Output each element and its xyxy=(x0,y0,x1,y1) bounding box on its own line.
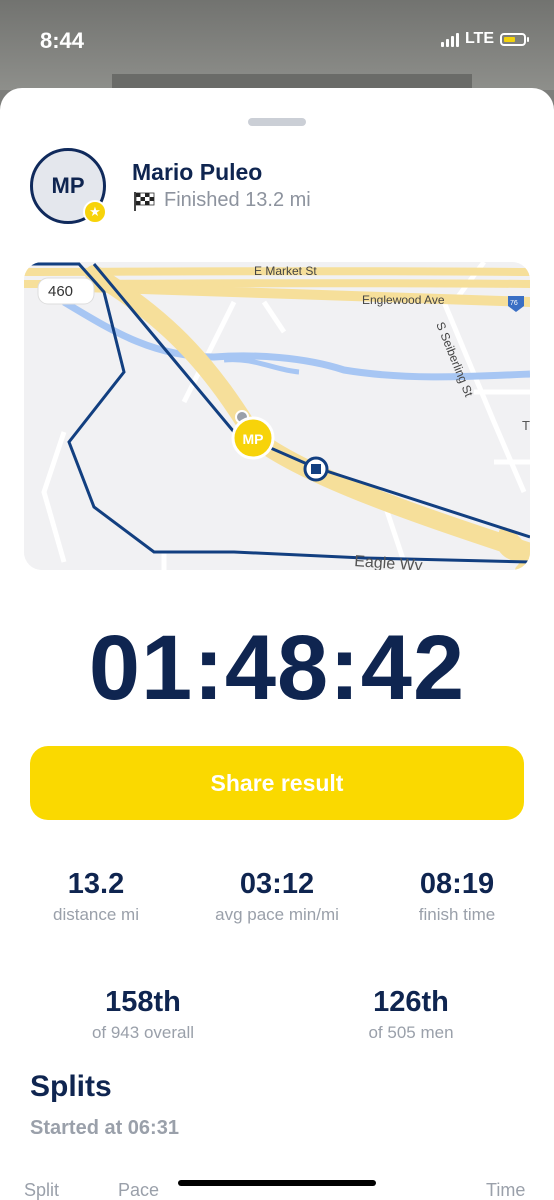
route-map[interactable]: 76 E Market St Englewood Ave S Seiberlin… xyxy=(24,262,530,570)
interstate-label: 76 xyxy=(510,300,518,307)
stat-gender-place: 126th of 505 men xyxy=(321,986,501,1043)
start-time-text: Started at 06:31 xyxy=(30,1117,179,1139)
stat-pace-label: avg pace min/mi xyxy=(215,905,339,924)
signal-icon xyxy=(440,31,459,47)
star-badge-icon: ★ xyxy=(83,200,107,224)
result-sheet: MP ★ Mario Puleo Finished 13.2 mi 76 E M… xyxy=(0,88,554,1200)
column-header-time[interactable]: Time xyxy=(486,1180,525,1200)
finish-status: Finished 13.2 mi xyxy=(132,189,311,212)
stat-finish-time-value: 08:19 xyxy=(419,868,495,900)
stat-finish-time: 08:19 finish time xyxy=(367,868,547,925)
finish-distance-text: Finished 13.2 mi xyxy=(164,189,311,211)
route-shield-label: 460 xyxy=(48,283,73,300)
stat-finish-time-label: finish time xyxy=(418,905,496,924)
sheet-drag-handle[interactable] xyxy=(248,118,306,126)
stat-overall-label: of 943 overall xyxy=(91,1023,195,1042)
stat-gender-value: 126th xyxy=(373,986,449,1018)
column-header-pace[interactable]: Pace xyxy=(118,1180,159,1200)
home-indicator[interactable] xyxy=(178,1180,376,1186)
finish-timer: 01:48:42 xyxy=(88,617,466,719)
share-result-button[interactable]: Share result xyxy=(30,746,524,820)
map-canvas: 76 E Market St Englewood Ave S Seiberlin… xyxy=(24,262,530,570)
avatar-initials: MP xyxy=(51,173,85,198)
status-time: 8:44 xyxy=(40,28,85,53)
street-label-market: E Market St xyxy=(254,264,317,278)
stat-gender-label: of 505 men xyxy=(368,1023,454,1042)
status-indicators: LTE xyxy=(440,30,529,48)
runner-marker-initials: MP xyxy=(243,431,264,447)
splits-heading: Splits xyxy=(30,1070,112,1103)
stat-distance: 13.2 distance mi xyxy=(6,868,186,925)
stat-overall-place: 158th of 943 overall xyxy=(53,986,233,1043)
battery-icon xyxy=(500,32,529,46)
column-header-split[interactable]: Split xyxy=(24,1180,59,1200)
stat-pace: 03:12 avg pace min/mi xyxy=(187,868,367,925)
street-label-englewood: Englewood Ave xyxy=(362,293,445,307)
stat-distance-label: distance mi xyxy=(53,905,139,924)
stat-pace-value: 03:12 xyxy=(239,868,315,900)
stat-distance-value: 13.2 xyxy=(67,868,125,900)
street-label-t: T xyxy=(522,418,530,433)
runner-name: Mario Puleo xyxy=(132,159,263,185)
checkered-flag-icon xyxy=(134,191,155,211)
stat-overall-value: 158th xyxy=(105,986,181,1018)
network-label: LTE xyxy=(464,30,494,47)
